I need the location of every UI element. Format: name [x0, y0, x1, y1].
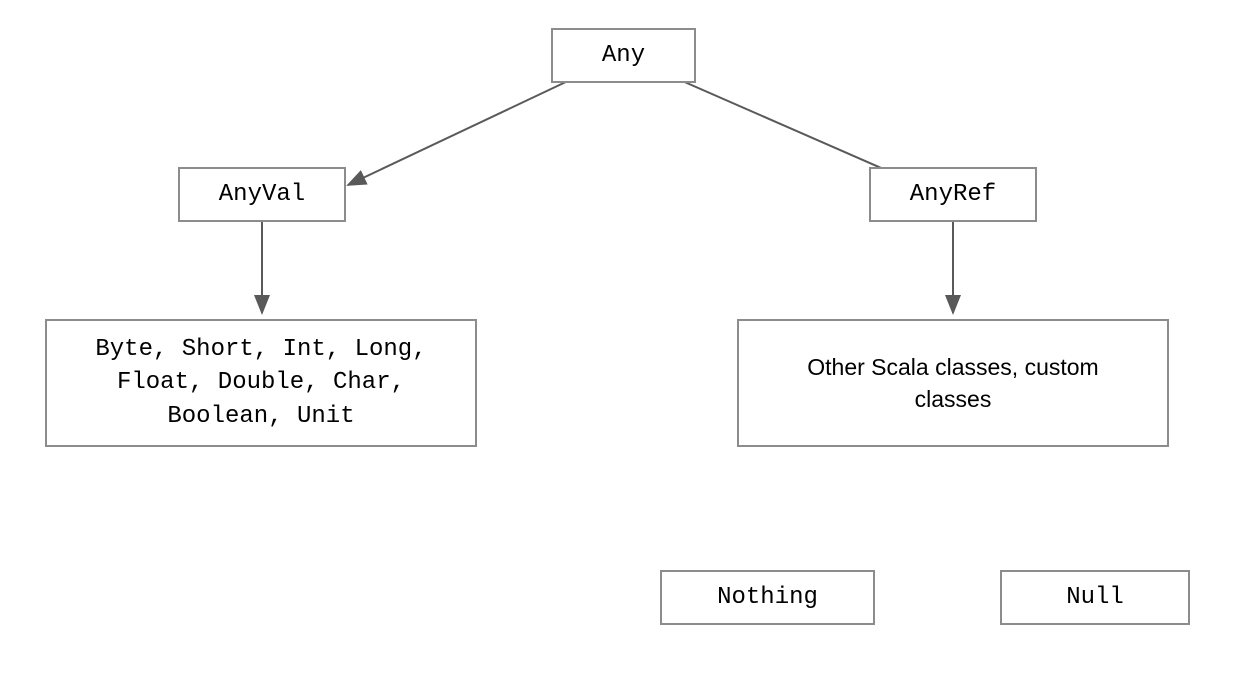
edge-any-to-anyval	[348, 80, 570, 185]
node-ref-types: Other Scala classes, custom classes	[737, 319, 1169, 447]
diagram-canvas: Any AnyVal AnyRef Byte, Short, Int, Long…	[0, 0, 1242, 690]
node-null: Null	[1000, 570, 1190, 625]
node-nothing: Nothing	[660, 570, 875, 625]
node-any: Any	[551, 28, 696, 83]
node-anyval: AnyVal	[178, 167, 346, 222]
node-value-types: Byte, Short, Int, Long, Float, Double, C…	[45, 319, 477, 447]
node-anyref: AnyRef	[869, 167, 1037, 222]
